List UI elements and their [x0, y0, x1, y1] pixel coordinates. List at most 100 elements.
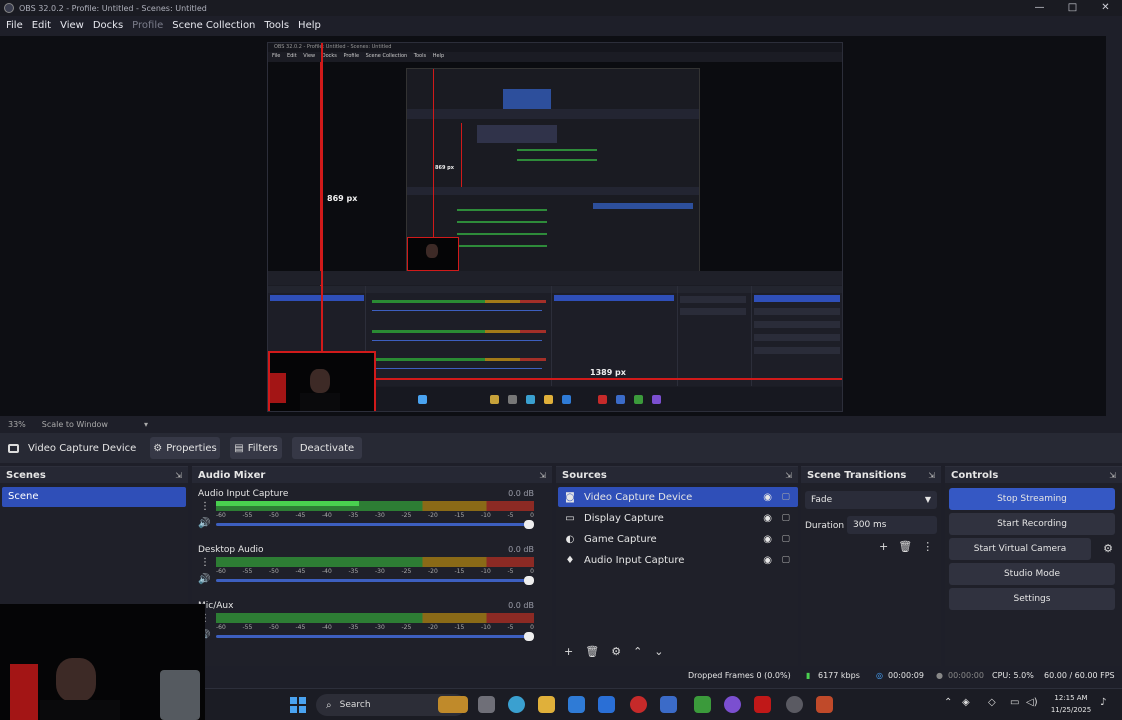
preview-canvas[interactable]: OBS 32.0.2 - Profile: Untitled - Scenes:…	[267, 42, 843, 412]
source-item[interactable]: ◐ Game Capture ◉ ▢	[558, 529, 798, 549]
taskbar-clock[interactable]: 12:15 AM 11/25/2025	[1044, 692, 1098, 716]
windows-start-icon[interactable]	[290, 697, 306, 713]
mail-icon[interactable]	[598, 696, 615, 713]
webcam-capture-box[interactable]	[268, 351, 376, 411]
volume-meter	[216, 557, 534, 567]
menu-docks[interactable]: Docks	[93, 20, 123, 31]
scene-item[interactable]: Scene	[2, 487, 186, 507]
menu-help[interactable]: Help	[298, 20, 321, 31]
nested-menu-bar: File Edit View Docks Profile Scene Colle…	[268, 52, 842, 61]
tray-app-icon[interactable]: ◈	[962, 697, 970, 708]
channel-menu-icon[interactable]: ⋮	[200, 557, 210, 568]
file-explorer-icon[interactable]	[538, 696, 555, 713]
move-down-icon[interactable]: ⌄	[654, 645, 663, 658]
settings-button[interactable]: Settings	[949, 588, 1115, 610]
network-icon[interactable]: ▭	[1010, 697, 1019, 708]
dock-menu-icon[interactable]: ⇲	[1109, 471, 1116, 480]
tray-app-icon[interactable]: ◇	[988, 697, 996, 708]
lock-icon[interactable]: ▢	[781, 534, 790, 544]
tray-chevron-icon[interactable]: ⌃	[944, 697, 952, 708]
source-item[interactable]: ▭ Display Capture ◉ ▢	[558, 508, 798, 528]
menu-edit[interactable]: Edit	[32, 20, 51, 31]
add-transition-icon[interactable]: +	[879, 540, 888, 553]
dock-menu-icon[interactable]: ⇲	[785, 471, 792, 480]
dock-menu-icon[interactable]: ⇲	[928, 471, 935, 480]
store-icon[interactable]	[568, 696, 585, 713]
notification-bell-icon[interactable]: ♪	[1100, 697, 1106, 708]
transition-select[interactable]: Fade ▼	[805, 491, 937, 509]
opera-icon[interactable]	[630, 696, 647, 713]
widget-icon[interactable]	[438, 696, 468, 713]
volume-slider-knob[interactable]	[524, 576, 534, 585]
volume-icon[interactable]: ◁)	[1026, 697, 1038, 708]
lock-icon[interactable]: ▢	[781, 555, 790, 565]
source-item[interactable]: ◙ Video Capture Device ◉ ▢	[558, 487, 798, 507]
deactivate-button[interactable]: Deactivate	[292, 437, 362, 459]
nested-menu-item: Docks	[321, 53, 337, 59]
close-button[interactable]: ✕	[1089, 0, 1122, 16]
stop-streaming-button[interactable]: Stop Streaming	[949, 488, 1115, 510]
source-item[interactable]: ♦ Audio Input Capture ◉ ▢	[558, 550, 798, 570]
minimize-button[interactable]: —	[1023, 0, 1056, 16]
lock-icon[interactable]: ▢	[781, 513, 790, 523]
tick: -25	[401, 624, 412, 631]
move-up-icon[interactable]: ⌃	[633, 645, 642, 658]
tick: -45	[295, 512, 306, 519]
visibility-eye-icon[interactable]: ◉	[763, 492, 772, 503]
menu-tools[interactable]: Tools	[264, 20, 289, 31]
nested-slider	[372, 340, 542, 341]
more-options-icon[interactable]: ⋮	[922, 540, 933, 553]
signal-icon: ▮	[806, 671, 811, 680]
start-virtual-camera-button[interactable]: Start Virtual Camera	[949, 538, 1091, 560]
menu-scene-collection[interactable]: Scene Collection	[172, 20, 255, 31]
discord-icon[interactable]	[724, 696, 741, 713]
gear-icon[interactable]: ⚙	[611, 645, 621, 658]
preview-area[interactable]: OBS 32.0.2 - Profile: Untitled - Scenes:…	[0, 36, 1106, 416]
dock-menu-icon[interactable]: ⇲	[539, 471, 546, 480]
tick: -60	[216, 568, 226, 575]
tick: -50	[269, 568, 279, 575]
volume-slider-knob[interactable]	[524, 632, 534, 641]
speaker-icon[interactable]: 🔊	[198, 518, 210, 529]
properties-button[interactable]: ⚙ Properties	[150, 437, 220, 459]
menu-view[interactable]: View	[60, 20, 84, 31]
xbox-icon[interactable]	[694, 696, 711, 713]
filters-button[interactable]: ▤ Filters	[230, 437, 282, 459]
maximize-button[interactable]: □	[1056, 0, 1089, 16]
obs-taskbar-icon[interactable]	[786, 696, 803, 713]
scale-dropdown-icon[interactable]: ▾	[144, 420, 148, 429]
volume-slider[interactable]	[216, 523, 530, 526]
edge-browser-icon[interactable]	[508, 696, 525, 713]
nested-block	[503, 89, 551, 109]
app-icon[interactable]	[816, 696, 833, 713]
volume-slider[interactable]	[216, 635, 530, 638]
virtual-camera-settings-icon[interactable]: ⚙	[1098, 538, 1118, 560]
volume-slider-knob[interactable]	[524, 520, 534, 529]
nested-preview: 869 px 869 px	[268, 62, 842, 362]
trash-icon[interactable]: 🗑	[585, 645, 599, 658]
start-recording-button[interactable]: Start Recording	[949, 513, 1115, 535]
netflix-icon[interactable]	[754, 696, 771, 713]
nested-inner-capture: 869 px	[406, 68, 700, 272]
visibility-eye-icon[interactable]: ◉	[763, 555, 772, 566]
dock-menu-icon[interactable]: ⇲	[175, 471, 182, 480]
studio-mode-button[interactable]: Studio Mode	[949, 563, 1115, 585]
add-source-icon[interactable]: +	[564, 645, 573, 658]
tick: 0	[530, 568, 534, 575]
trash-icon[interactable]: 🗑	[898, 540, 912, 553]
task-view-icon[interactable]	[478, 696, 495, 713]
channel-menu-icon[interactable]: ⋮	[200, 501, 210, 512]
speaker-icon[interactable]: 🔊	[198, 574, 210, 585]
lock-icon[interactable]: ▢	[781, 492, 790, 502]
menu-profile[interactable]: Profile	[132, 20, 163, 31]
duration-input[interactable]: 300 ms	[847, 516, 937, 534]
scenes-header: Scenes ⇲	[0, 467, 188, 483]
scale-mode[interactable]: Scale to Window	[42, 420, 108, 429]
zoom-label[interactable]: 33%	[8, 420, 26, 429]
steam-icon[interactable]	[660, 696, 677, 713]
visibility-eye-icon[interactable]: ◉	[763, 534, 772, 545]
visibility-eye-icon[interactable]: ◉	[763, 513, 772, 524]
face	[310, 369, 330, 393]
volume-slider[interactable]	[216, 579, 530, 582]
menu-file[interactable]: File	[6, 20, 23, 31]
